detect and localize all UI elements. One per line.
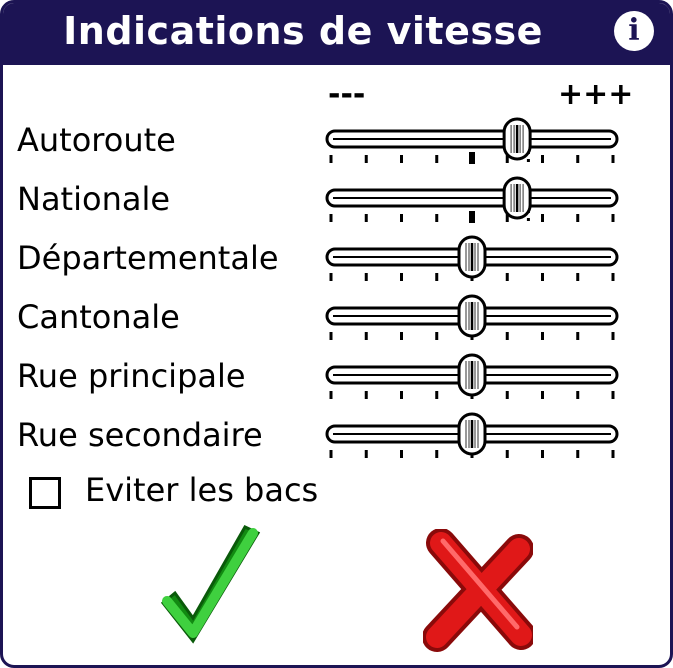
slider-thumb[interactable] xyxy=(457,353,487,397)
slider-dot xyxy=(526,159,530,162)
slider-row: Rue secondaire xyxy=(3,410,670,469)
avoid-ferries-checkbox[interactable] xyxy=(29,477,61,509)
speed-slider[interactable] xyxy=(321,115,631,171)
checkmark-icon[interactable] xyxy=(153,523,273,651)
scale-min-label: --- xyxy=(328,77,366,112)
slider-dot xyxy=(526,218,530,221)
slider-row: Départementale xyxy=(3,233,670,292)
scale-max-label: +++ xyxy=(558,77,634,112)
title-bar: Indications de vitesse i xyxy=(3,3,670,65)
slider-label: Départementale xyxy=(17,239,279,277)
speed-slider[interactable] xyxy=(321,233,631,289)
slider-row: Rue principale xyxy=(3,351,670,410)
slider-thumb[interactable] xyxy=(457,294,487,338)
slider-label: Autoroute xyxy=(17,121,176,159)
speed-slider[interactable] xyxy=(321,174,631,230)
slider-label: Rue secondaire xyxy=(17,416,263,454)
slider-row: Autoroute xyxy=(3,115,670,174)
slider-thumb[interactable] xyxy=(502,117,532,161)
slider-label: Nationale xyxy=(17,180,171,218)
speed-slider[interactable] xyxy=(321,351,631,407)
info-icon[interactable]: i xyxy=(614,11,654,51)
slider-thumb[interactable] xyxy=(502,176,532,220)
slider-label: Rue principale xyxy=(17,357,246,395)
slider-label: Cantonale xyxy=(17,298,180,336)
preferences-window: Indications de vitesse i --- +++ Autorou… xyxy=(0,0,673,668)
cross-icon[interactable] xyxy=(423,529,533,653)
slider-default-marker xyxy=(469,211,475,223)
slider-thumb[interactable] xyxy=(457,412,487,456)
window-title: Indications de vitesse xyxy=(63,9,543,53)
slider-thumb[interactable] xyxy=(457,235,487,279)
slider-row: Nationale xyxy=(3,174,670,233)
speed-slider[interactable] xyxy=(321,410,631,466)
slider-row: Cantonale xyxy=(3,292,670,351)
slider-default-marker xyxy=(469,152,475,164)
speed-slider[interactable] xyxy=(321,292,631,348)
avoid-ferries-label: Eviter les bacs xyxy=(85,471,319,509)
